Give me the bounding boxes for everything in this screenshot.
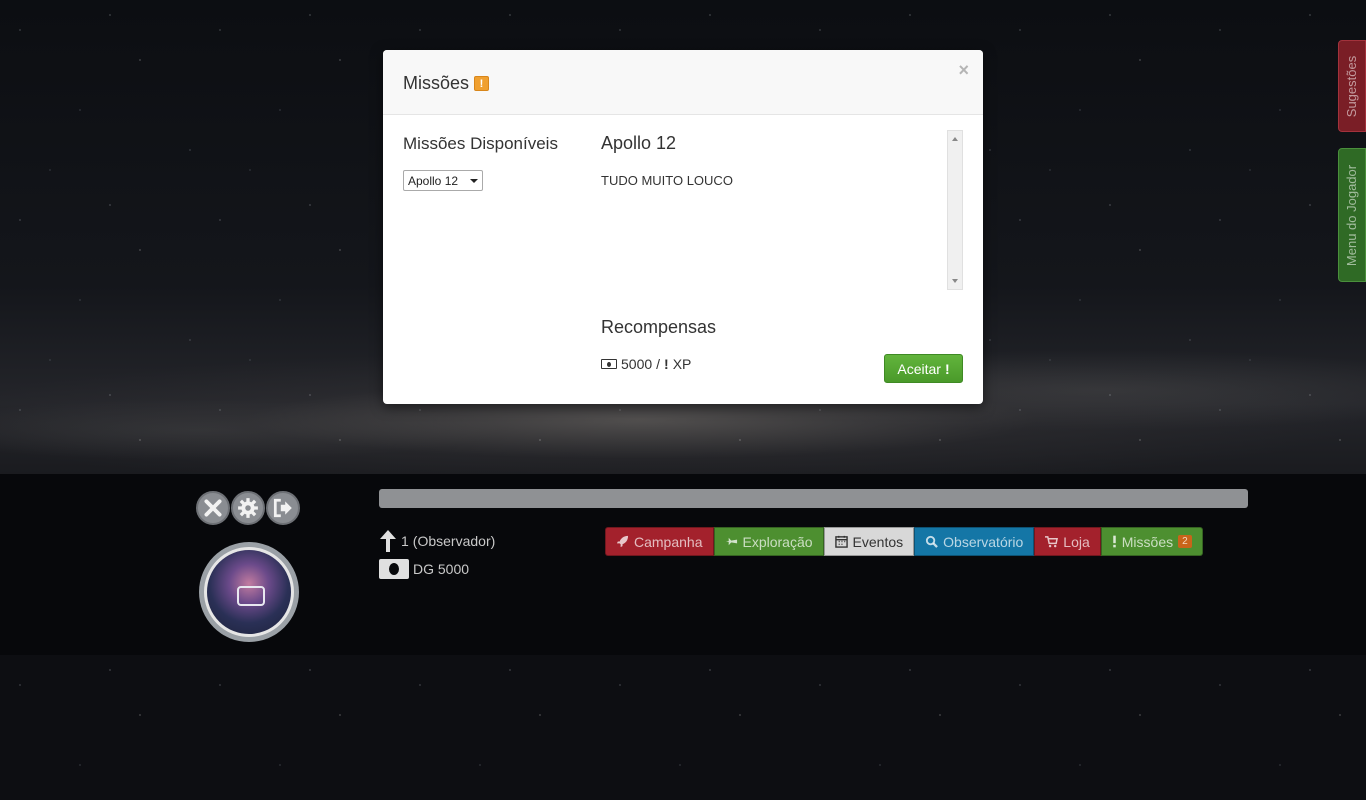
arrow-up-icon (380, 530, 396, 552)
available-missions: Missões Disponíveis Apollo 12 (403, 132, 563, 191)
nav-campanha-label: Campanha (634, 533, 703, 550)
suggestions-tab[interactable]: Sugestões (1338, 40, 1366, 132)
mission-scrollbar[interactable] (947, 130, 963, 290)
reward-money: 5000 (621, 356, 653, 372)
nav-observatorio[interactable]: Observatório (914, 527, 1035, 556)
nav-eventos-label: Eventos (852, 533, 904, 550)
calendar-icon (834, 535, 848, 548)
close-button[interactable] (196, 491, 230, 525)
missions-modal: Missões ! × Missões Disponíveis Apollo 1… (383, 50, 983, 404)
level-rank: (Observador) (412, 533, 496, 549)
mission-select-value: Apollo 12 (408, 173, 459, 188)
nav-observatorio-label: Observatório (943, 533, 1024, 550)
accept-button-label: Aceitar (897, 360, 941, 377)
accept-button[interactable]: Aceitar ! (884, 354, 963, 383)
rewards-title: Recompensas (601, 317, 717, 337)
close-icon (204, 499, 222, 517)
mission-select[interactable]: Apollo 12 (403, 170, 483, 191)
avatar[interactable] (199, 542, 299, 642)
logout-icon (273, 498, 292, 518)
nav-exploracao[interactable]: Exploração (713, 527, 824, 556)
level-info: 1 (Observador) (379, 530, 495, 552)
money-icon (601, 359, 617, 369)
money-info: DG 5000 (379, 559, 469, 579)
chevron-down-icon (470, 178, 478, 183)
astronaut-avatar-image (204, 547, 294, 637)
mission-name: Apollo 12 (601, 133, 677, 153)
player-actions (196, 491, 301, 525)
main-nav: Campanha Exploração Eventos Observatório… (605, 527, 1203, 556)
exclamation-icon: ! (664, 356, 669, 372)
plane-icon (725, 537, 737, 546)
gear-icon (238, 498, 258, 518)
nav-campanha[interactable]: Campanha (605, 527, 714, 556)
exclamation-icon: ! (944, 360, 950, 377)
nav-missoes[interactable]: Missões 2 (1100, 527, 1203, 556)
cart-icon (1045, 536, 1059, 548)
logout-button[interactable] (266, 491, 300, 525)
nav-loja-label: Loja (1063, 533, 1090, 550)
space-background-bottom (0, 655, 1366, 800)
reward-separator: / (656, 356, 661, 372)
nav-missoes-label: Missões (1121, 533, 1174, 550)
xp-progress-bar (379, 489, 1248, 508)
rocket-icon (616, 535, 629, 548)
level-value: 1 (401, 533, 409, 549)
modal-title-text: Missões (403, 73, 470, 93)
modal-title: Missões ! (403, 73, 490, 94)
nav-eventos[interactable]: Eventos (823, 527, 915, 556)
available-missions-title: Missões Disponíveis (403, 134, 558, 153)
player-menu-tab[interactable]: Menu do Jogador (1338, 148, 1366, 282)
rewards-info: 5000 / ! XP (601, 356, 691, 372)
modal-close-button[interactable]: × (958, 60, 969, 81)
player-menu-tab-label: Menu do Jogador (1344, 164, 1360, 266)
scroll-down-icon[interactable] (952, 279, 958, 283)
exclamation-icon (1113, 535, 1116, 548)
scroll-up-icon[interactable] (952, 137, 958, 141)
missions-count-badge: 2 (1178, 535, 1192, 548)
modal-header: Missões ! × (383, 50, 983, 115)
warning-badge: ! (474, 76, 490, 91)
search-icon (926, 535, 939, 548)
money-icon (379, 559, 409, 579)
money-value: DG 5000 (413, 561, 470, 577)
nav-loja[interactable]: Loja (1034, 527, 1101, 556)
settings-button[interactable] (231, 491, 265, 525)
mission-details: Apollo 12 TUDO MUITO LOUCO (601, 130, 963, 290)
suggestions-tab-label: Sugestões (1344, 55, 1360, 117)
nav-exploracao-label: Exploração (742, 533, 813, 550)
mission-description: TUDO MUITO LOUCO (601, 173, 733, 188)
reward-xp: XP (672, 356, 692, 372)
